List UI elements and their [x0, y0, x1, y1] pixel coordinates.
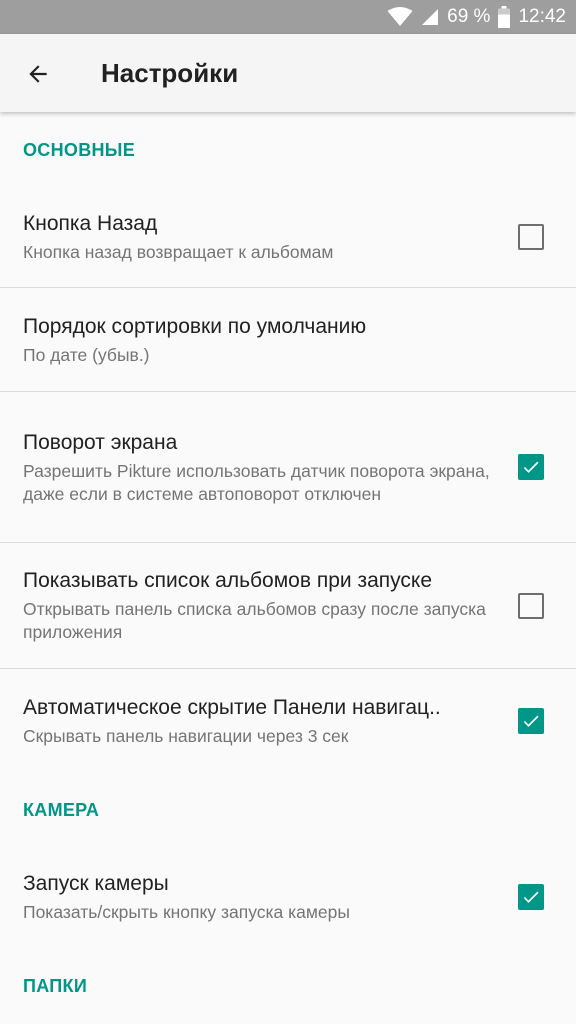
pref-summary: По дате (убыв.)	[23, 344, 150, 365]
app-bar: Настройки	[0, 34, 576, 112]
pref-auto-hide-navbar[interactable]: Автоматическое скрытие Панели навигац.. …	[0, 669, 576, 772]
section-header-camera: КАМЕРА	[23, 800, 100, 820]
wifi-icon	[387, 7, 413, 27]
check-icon	[521, 457, 541, 477]
page-title: Настройки	[101, 58, 239, 88]
pref-screen-rotation[interactable]: Поворот экрана Разрешить Pikture использ…	[0, 392, 576, 543]
pref-summary: Открывать панель списка альбомов сразу п…	[23, 599, 486, 642]
check-icon	[521, 711, 541, 731]
status-bar: 69 % 12:42	[0, 0, 576, 34]
section-header-general: ОСНОВНЫЕ	[23, 140, 136, 160]
auto-hide-navbar-checkbox[interactable]	[518, 707, 544, 734]
pref-title: Поворот экрана	[23, 430, 178, 454]
pref-title: Порядок сортировки по умолчанию	[23, 314, 367, 338]
show-albums-on-start-checkbox[interactable]	[518, 592, 544, 619]
pref-summary: Показать/скрыть кнопку запуска камеры	[23, 902, 350, 922]
pref-title: Автоматическое скрытие Панели навигац..	[23, 695, 441, 719]
screen-rotation-checkbox[interactable]	[518, 454, 544, 480]
arrow-back-icon	[25, 61, 51, 87]
pref-default-sort-order[interactable]: Порядок сортировки по умолчанию По дате …	[0, 288, 576, 392]
battery-icon	[498, 6, 511, 28]
clock: 12:42	[518, 6, 566, 27]
pref-title: Кнопка Назад	[23, 211, 158, 235]
check-icon	[521, 887, 541, 907]
pref-back-button[interactable]: Кнопка Назад Кнопка назад возвращает к а…	[0, 186, 576, 288]
pref-camera-launch[interactable]: Запуск камеры Показать/скрыть кнопку зап…	[0, 846, 576, 948]
pref-title: Запуск камеры	[23, 872, 169, 895]
battery-percent: 69 %	[447, 6, 491, 27]
cellular-signal-icon	[421, 8, 439, 26]
pref-title: Показывать список альбомов при запуске	[23, 569, 433, 592]
settings-list: ОСНОВНЫЕ Кнопка Назад Кнопка назад возвр…	[0, 112, 576, 1022]
pref-summary: Разрешить Pikture использовать датчик по…	[23, 460, 490, 504]
back-button-checkbox[interactable]	[518, 223, 544, 250]
pref-summary: Кнопка назад возвращает к альбомам	[23, 241, 334, 262]
pref-show-albums-on-start[interactable]: Показывать список альбомов при запуске О…	[0, 543, 576, 669]
camera-launch-checkbox[interactable]	[518, 884, 544, 910]
section-header-folders: ПАПКИ	[23, 976, 88, 996]
back-button[interactable]	[12, 48, 64, 100]
pref-summary: Скрывать панель навигации через 3 сек	[23, 725, 349, 746]
